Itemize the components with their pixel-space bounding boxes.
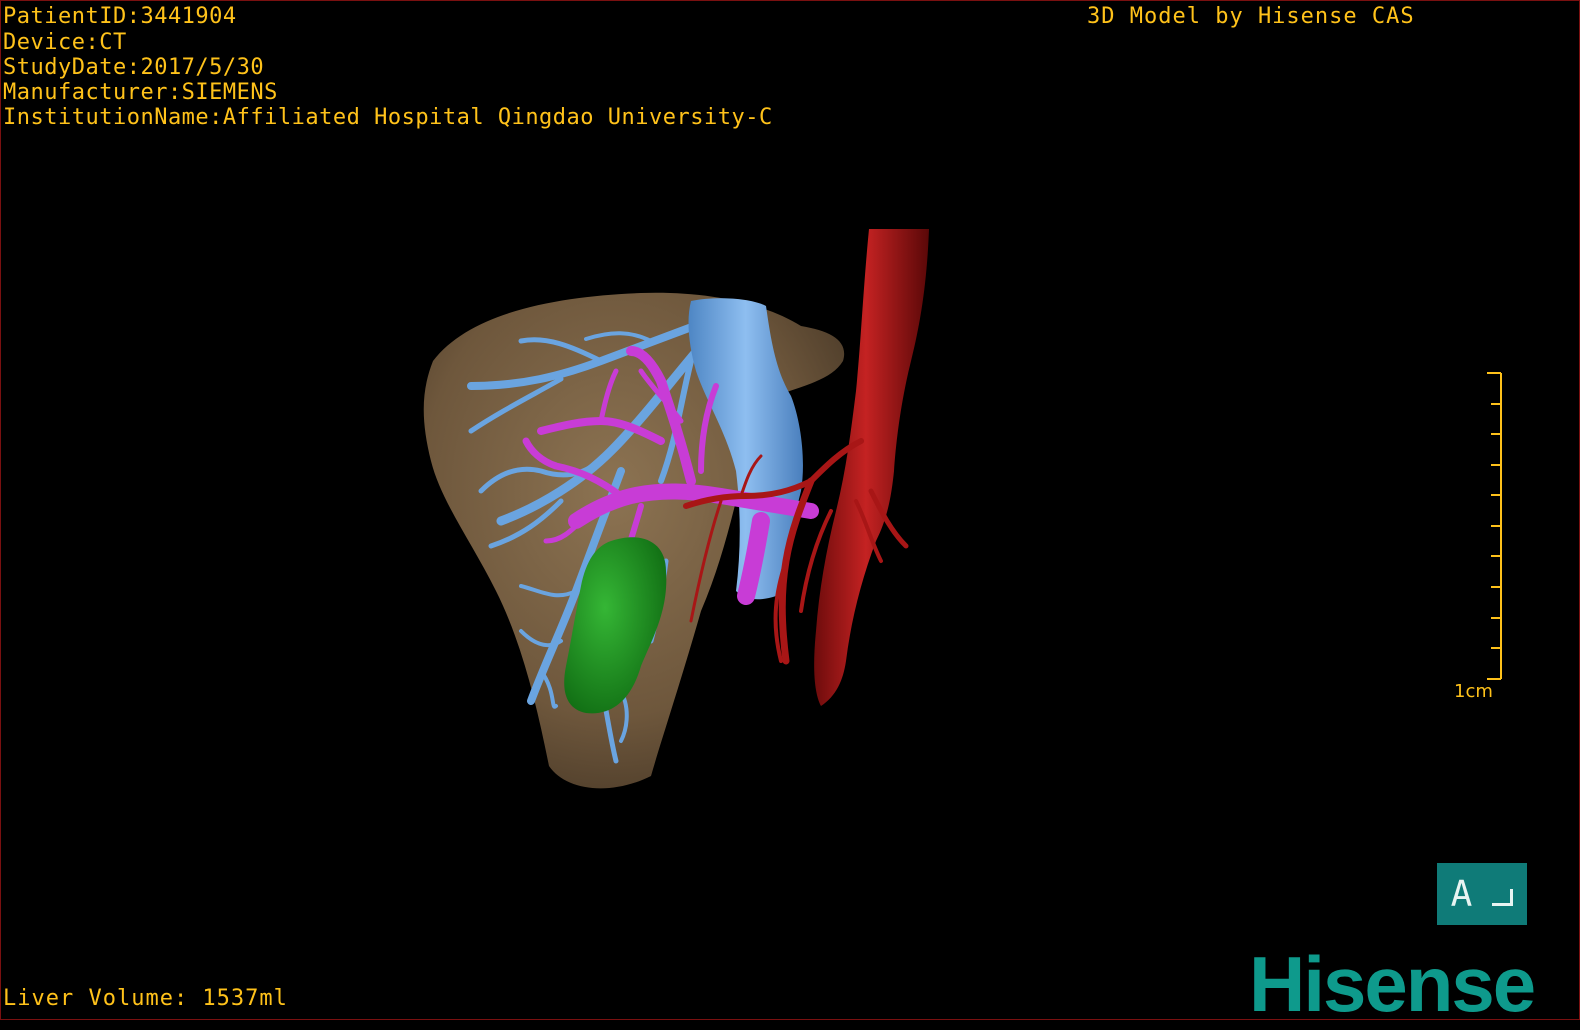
aorta: [814, 229, 929, 706]
orientation-corner-icon: [1492, 888, 1514, 906]
3d-viewport[interactable]: PatientID:3441904 Device:CT StudyDate:20…: [0, 0, 1580, 1028]
scale-bar: [1487, 372, 1502, 680]
orientation-label: A: [1450, 873, 1473, 915]
hisense-logo: Hisense: [1249, 940, 1536, 1028]
liver-3d-model[interactable]: [1, 1, 1580, 1021]
orientation-cube-button[interactable]: A: [1437, 863, 1527, 925]
liver-volume-text: Liver Volume: 1537ml: [3, 986, 288, 1011]
scale-bar-label: 1cm: [1454, 681, 1493, 702]
